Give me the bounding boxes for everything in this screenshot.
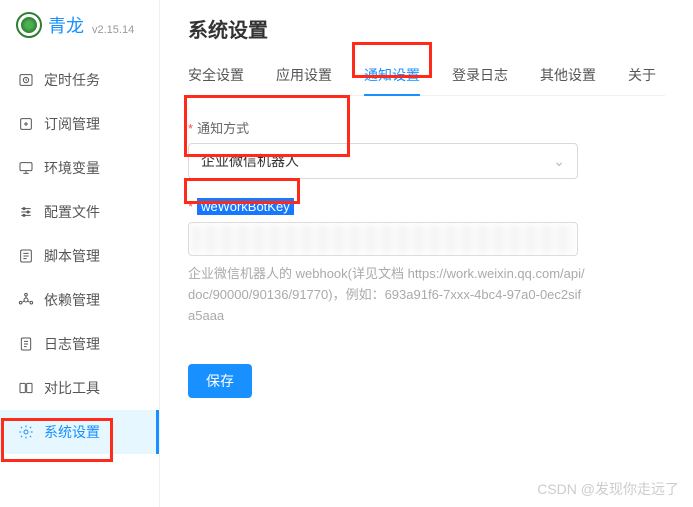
sidebar-item-label: 配置文件 bbox=[44, 202, 100, 222]
sidebar-item-label: 日志管理 bbox=[44, 334, 100, 354]
key-input[interactable] bbox=[188, 222, 578, 256]
compare-icon bbox=[18, 380, 34, 396]
file-icon bbox=[18, 248, 34, 264]
brand-name: 青龙 bbox=[48, 12, 84, 38]
chevron-down-icon: ⌄ bbox=[553, 153, 565, 170]
page-title: 系统设置 bbox=[188, 14, 665, 43]
sidebar-item-label: 依赖管理 bbox=[44, 290, 100, 310]
sidebar-item-label: 脚本管理 bbox=[44, 246, 100, 266]
content: 系统设置 安全设置 应用设置 通知设置 登录日志 其他设置 关于 *通知方式 企… bbox=[160, 0, 693, 507]
tab-notify[interactable]: 通知设置 bbox=[364, 57, 420, 95]
blurred-value bbox=[191, 225, 575, 253]
field-name-highlight: weWorkBotKey bbox=[197, 198, 294, 215]
tab-security[interactable]: 安全设置 bbox=[188, 57, 244, 95]
method-select[interactable]: 企业微信机器人 ⌄ bbox=[188, 143, 578, 179]
method-label: *通知方式 bbox=[188, 118, 665, 137]
deps-icon bbox=[18, 292, 34, 308]
tab-loginlog[interactable]: 登录日志 bbox=[452, 57, 508, 95]
save-button[interactable]: 保存 bbox=[188, 364, 252, 398]
sidebar-item-logs[interactable]: 日志管理 bbox=[0, 322, 159, 366]
tabs: 安全设置 应用设置 通知设置 登录日志 其他设置 关于 bbox=[188, 57, 665, 96]
sidebar-item-settings[interactable]: 系统设置 bbox=[0, 410, 159, 454]
monitor-icon bbox=[18, 160, 34, 176]
plus-square-icon bbox=[18, 116, 34, 132]
brand: 青龙 v2.15.14 bbox=[0, 0, 159, 50]
key-label: *weWorkBotKey bbox=[188, 199, 665, 214]
sidebar-item-label: 系统设置 bbox=[44, 422, 100, 442]
tab-other[interactable]: 其他设置 bbox=[540, 57, 596, 95]
tab-app[interactable]: 应用设置 bbox=[276, 57, 332, 95]
sidebar-item-diff[interactable]: 对比工具 bbox=[0, 366, 159, 410]
tab-about[interactable]: 关于 bbox=[628, 57, 656, 95]
brand-version: v2.15.14 bbox=[92, 24, 134, 36]
gear-icon bbox=[18, 424, 34, 440]
sidebar-item-subscribe[interactable]: 订阅管理 bbox=[0, 102, 159, 146]
select-value: 企业微信机器人 bbox=[201, 151, 299, 171]
sidebar: 青龙 v2.15.14 定时任务 订阅管理 环境变量 配置文件 脚本管理 bbox=[0, 0, 160, 507]
form-row-method: *通知方式 企业微信机器人 ⌄ bbox=[188, 118, 665, 179]
sidebar-item-label: 环境变量 bbox=[44, 158, 100, 178]
sliders-icon bbox=[18, 204, 34, 220]
logo-icon bbox=[16, 12, 42, 38]
sidebar-item-label: 对比工具 bbox=[44, 378, 100, 398]
log-icon bbox=[18, 336, 34, 352]
clock-icon bbox=[18, 72, 34, 88]
sidebar-item-env[interactable]: 环境变量 bbox=[0, 146, 159, 190]
key-hint: 企业微信机器人的 webhook(详见文档 https://work.weixi… bbox=[188, 264, 588, 326]
sidebar-item-deps[interactable]: 依赖管理 bbox=[0, 278, 159, 322]
sidebar-item-config[interactable]: 配置文件 bbox=[0, 190, 159, 234]
sidebar-item-label: 订阅管理 bbox=[44, 114, 100, 134]
sidebar-item-cron[interactable]: 定时任务 bbox=[0, 58, 159, 102]
watermark: CSDN @发现你走远了 bbox=[537, 479, 679, 499]
sidebar-item-scripts[interactable]: 脚本管理 bbox=[0, 234, 159, 278]
form-row-key: *weWorkBotKey 企业微信机器人的 webhook(详见文档 http… bbox=[188, 199, 665, 326]
sidebar-menu: 定时任务 订阅管理 环境变量 配置文件 脚本管理 依赖管理 bbox=[0, 50, 159, 507]
sidebar-item-label: 定时任务 bbox=[44, 70, 100, 90]
